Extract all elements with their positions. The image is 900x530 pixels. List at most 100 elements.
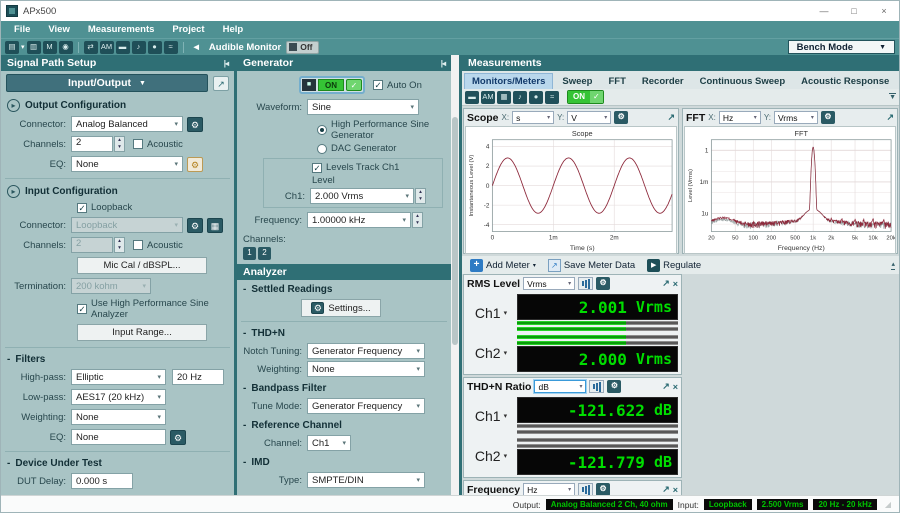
menu-view[interactable]: View	[39, 24, 78, 35]
gen-ch1-level-select[interactable]: 2.000 Vrms ▾	[310, 188, 414, 204]
analyzer-weighting-select[interactable]: None ▾	[307, 361, 425, 377]
input-connector-list-icon[interactable]: ▦	[207, 218, 223, 233]
collapse-icon[interactable]: -	[7, 458, 10, 469]
high-pass-freq-input[interactable]	[172, 369, 224, 385]
gen-channel-2-button[interactable]: 2	[258, 247, 271, 260]
input-connector-settings-icon[interactable]: ⚙	[187, 218, 203, 233]
fft-y-unit-select[interactable]: Vrms ▾	[774, 111, 818, 124]
dut-delay-input[interactable]	[71, 473, 133, 489]
waveform-select[interactable]: Sine ▾	[307, 99, 419, 115]
gen-ch1-level-stepper[interactable]: ▴▾	[415, 188, 426, 204]
regulate-button[interactable]: ▶ Regulate	[643, 259, 705, 272]
scope-x-unit-select[interactable]: s ▾	[512, 111, 554, 124]
clock-icon[interactable]: ●	[529, 91, 543, 104]
io-mode-selector[interactable]: Input/Output ▼	[6, 74, 208, 92]
collapse-icon[interactable]: -	[243, 328, 246, 339]
gen-channel-1-button[interactable]: 1	[243, 247, 256, 260]
scope-y-unit-select[interactable]: V ▾	[567, 111, 611, 124]
output-acoustic-checkbox[interactable]	[133, 139, 143, 149]
thdn-ch2-selector[interactable]: Ch2 ▾	[467, 437, 515, 475]
loopback-checkbox[interactable]: ✓	[77, 203, 87, 213]
menu-help[interactable]: Help	[214, 24, 253, 35]
collapse-panels-icon[interactable]: ▼	[889, 93, 896, 102]
input-channels-stepper[interactable]: ▴▾	[114, 237, 125, 253]
scope-popout-icon[interactable]: ↗	[667, 112, 675, 123]
save-meter-data-button[interactable]: ↗ Save Meter Data	[544, 259, 639, 272]
layout-icon[interactable]: ▬	[465, 91, 479, 104]
output-eq-settings-icon[interactable]: ⚙	[187, 157, 203, 172]
tab-fft[interactable]: FFT	[601, 74, 632, 89]
note-icon[interactable]: ♪	[513, 91, 527, 104]
tab-recorder[interactable]: Recorder	[635, 74, 691, 89]
thdn-popout-icon[interactable]: ↗	[662, 381, 670, 392]
analog-meter-icon[interactable]: AM	[481, 91, 495, 104]
rms-ch2-selector[interactable]: Ch2 ▾	[467, 334, 515, 372]
settled-settings-button[interactable]: ⚙ Settings...	[301, 299, 381, 317]
thdn-settings-icon[interactable]: ⚙	[607, 380, 621, 393]
strip-view-icon[interactable]: ▬	[116, 41, 130, 54]
waveform-icon[interactable]: ≈	[164, 41, 178, 54]
signal-swap-icon[interactable]: ⇄	[84, 41, 98, 54]
resize-grip[interactable]: ◢	[885, 500, 891, 509]
mic-cal-button[interactable]: Mic Cal / dBSPL...	[77, 257, 207, 274]
scope-settings-icon[interactable]: ⚙	[614, 111, 628, 124]
high-pass-select[interactable]: Elliptic ▾	[71, 369, 166, 385]
clock-icon[interactable]: ●	[148, 41, 162, 54]
menu-project[interactable]: Project	[163, 24, 213, 35]
thdn-ch1-selector[interactable]: Ch1 ▾	[467, 397, 515, 435]
open-project-icon[interactable]: ▥	[27, 41, 41, 54]
autohide-pin-icon[interactable]: |◂	[224, 59, 228, 68]
add-meter-button[interactable]: + Add Meter ▾	[466, 259, 540, 272]
bar-meter-icon[interactable]	[589, 380, 604, 393]
gen-frequency-select[interactable]: 1.00000 kHz ▾	[307, 212, 411, 228]
hp-sine-analyzer-checkbox[interactable]: ✓	[77, 304, 87, 314]
collapse-icon[interactable]: -	[243, 420, 246, 431]
bar-meter-icon[interactable]	[578, 483, 593, 495]
rms-popout-icon[interactable]: ↗	[662, 278, 670, 289]
vertical-scrollbar[interactable]	[451, 55, 459, 495]
output-channels-field[interactable]: 2	[71, 136, 113, 152]
dock-meters-icon[interactable]: ▴	[891, 261, 895, 270]
rms-settings-icon[interactable]: ⚙	[596, 277, 610, 290]
levels-track-checkbox[interactable]: ✓	[312, 163, 322, 173]
weighting-select[interactable]: None ▾	[71, 409, 166, 425]
close-button[interactable]: ×	[869, 1, 899, 21]
maximize-button[interactable]: □	[839, 1, 869, 21]
thdn-close-icon[interactable]: ×	[673, 382, 678, 392]
notch-tuning-select[interactable]: Generator Frequency ▾	[307, 343, 425, 359]
collapse-icon[interactable]: -	[7, 354, 10, 365]
imd-type-select[interactable]: SMPTE/DIN ▾	[307, 472, 425, 488]
waveform-icon[interactable]: ≈	[545, 91, 559, 104]
tune-mode-select[interactable]: Generator Frequency ▾	[307, 398, 425, 414]
filters-eq-settings-icon[interactable]: ⚙	[170, 430, 186, 445]
record-icon[interactable]: ◉	[59, 41, 73, 54]
dac-generator-radio[interactable]	[317, 144, 327, 154]
new-project-dropdown-icon[interactable]: ▾	[21, 43, 25, 51]
popout-icon[interactable]: ↗	[213, 76, 229, 91]
rms-unit-select[interactable]: Vrms ▾	[523, 277, 575, 290]
hp-sine-generator-radio[interactable]	[317, 125, 327, 135]
collapse-icon[interactable]: -	[243, 284, 246, 295]
autohide-pin-icon[interactable]: |◂	[441, 59, 445, 68]
new-project-icon[interactable]: ▤	[5, 41, 19, 54]
output-connector-settings-icon[interactable]: ⚙	[187, 117, 203, 132]
output-eq-select[interactable]: None ▾	[71, 156, 183, 172]
tab-acoustic-response[interactable]: Acoustic Response	[794, 74, 896, 89]
output-channels-stepper[interactable]: ▴▾	[114, 136, 125, 152]
menu-measurements[interactable]: Measurements	[79, 24, 164, 35]
filters-eq-field[interactable]: None	[71, 429, 166, 445]
audio-note-icon[interactable]: ♪	[132, 41, 146, 54]
generator-on-toggle[interactable]: ■ ON ✓	[299, 76, 365, 94]
ref-channel-select[interactable]: Ch1 ▾	[307, 435, 351, 451]
bench-mode-selector[interactable]: Bench Mode ▼	[788, 40, 895, 54]
gen-frequency-stepper[interactable]: ▴▾	[412, 212, 423, 228]
fft-popout-icon[interactable]: ↗	[886, 112, 894, 123]
frequency-unit-select[interactable]: Hz ▾	[523, 483, 575, 495]
fft-x-unit-select[interactable]: Hz ▾	[719, 111, 761, 124]
minimize-button[interactable]: —	[809, 1, 839, 21]
rms-close-icon[interactable]: ×	[673, 279, 678, 289]
tab-sweep[interactable]: Sweep	[555, 74, 599, 89]
thdn-unit-select[interactable]: dB ▾	[534, 380, 586, 393]
bar-meter-icon[interactable]	[578, 277, 593, 290]
audible-monitor-off-toggle[interactable]: Off	[286, 41, 318, 54]
